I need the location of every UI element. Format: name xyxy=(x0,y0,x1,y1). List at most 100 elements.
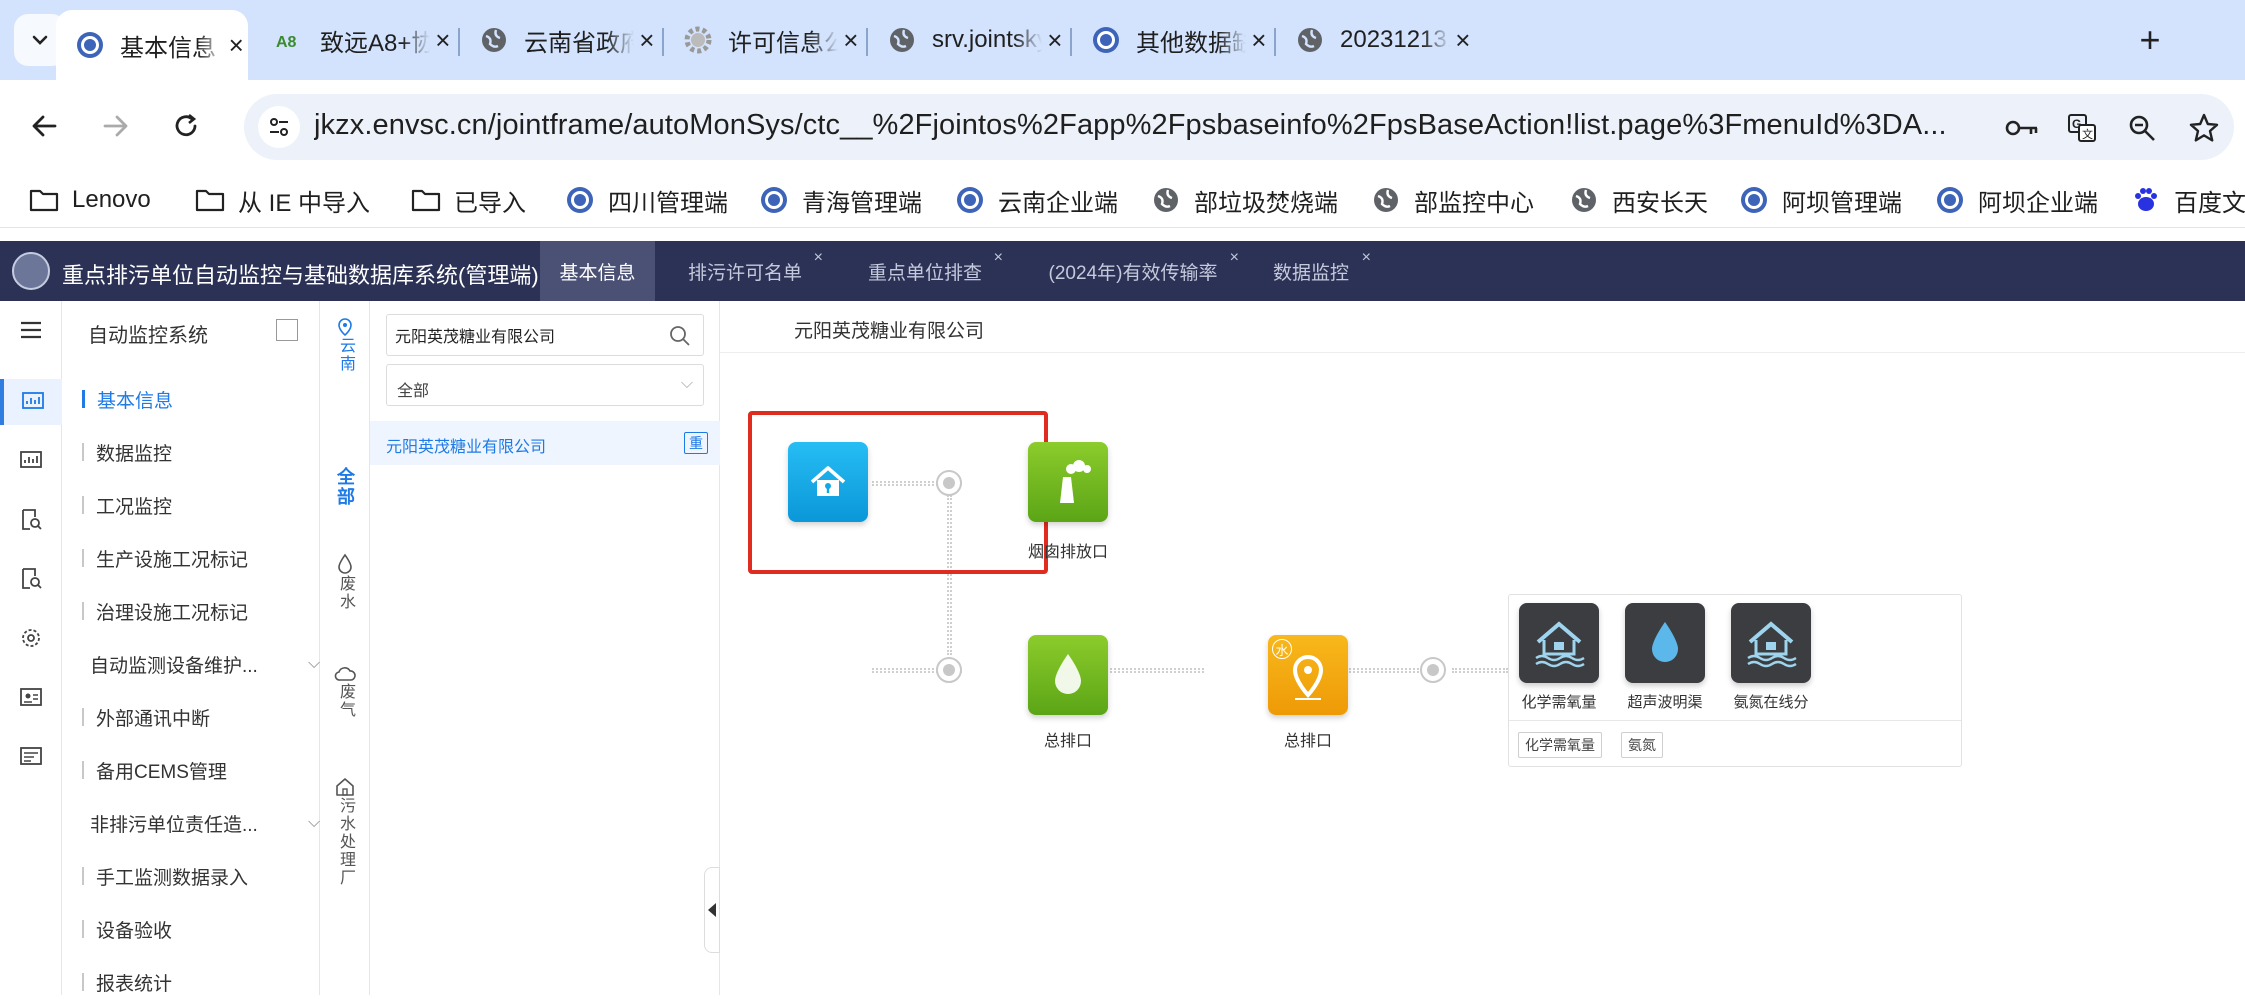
forward-button[interactable] xyxy=(92,102,140,150)
menu-item-production-marking[interactable]: 生产设施工况标记 xyxy=(82,541,248,575)
bookmark-folder[interactable]: Lenovo xyxy=(28,182,151,218)
address-bar[interactable]: jkzx.envsc.cn/jointframe/autoMonSys/ctc_… xyxy=(244,94,2234,160)
bookmark[interactable]: 西安长天 xyxy=(1568,182,1708,218)
site-info-button[interactable] xyxy=(258,106,300,148)
device-label: 化学需氧量 xyxy=(1521,694,1597,711)
app-tab-permit-list[interactable]: 排污许可名单 × xyxy=(655,241,835,301)
close-icon[interactable]: × xyxy=(224,30,248,60)
tab-title: 云南省政府采购 xyxy=(524,29,634,57)
app-tab-data-monitor[interactable]: 数据监控 × xyxy=(1251,241,1371,301)
browser-tab[interactable]: 其他数据缺失 × xyxy=(1072,12,1272,68)
menu-item-manual-entry[interactable]: 手工监测数据录入 xyxy=(82,859,248,893)
chimney-outlet-node[interactable] xyxy=(1028,442,1108,522)
rail-item-inspect[interactable] xyxy=(0,556,62,602)
url-text[interactable]: jkzx.envsc.cn/jointframe/autoMonSys/ctc_… xyxy=(314,109,2204,142)
app-tab-basic-info[interactable]: 基本信息 xyxy=(540,241,655,301)
bookmark-folder[interactable]: 从 IE 中导入 xyxy=(194,182,370,218)
menu-item-non-polluter[interactable]: 非排污单位责任造... ⌵ xyxy=(90,806,320,840)
rail-item-form[interactable] xyxy=(0,733,62,779)
close-icon[interactable]: × xyxy=(1042,25,1068,55)
close-icon[interactable]: × xyxy=(838,25,864,55)
close-icon[interactable]: × xyxy=(1246,25,1272,55)
app-tab-transmission-rate[interactable]: (2024年)有效传输率 × xyxy=(1015,241,1251,301)
water-drop-icon xyxy=(338,553,352,574)
bookmark[interactable]: 阿坝企业端 xyxy=(1934,182,2098,218)
water-outlet-node[interactable] xyxy=(1028,635,1108,715)
menu-item-comm-interrupt[interactable]: 外部通讯中断 xyxy=(82,700,210,734)
rail-item-id-card[interactable] xyxy=(0,674,62,720)
chevron-down-icon: ⌵ xyxy=(680,375,693,392)
pollutant-tag[interactable]: 氨氮 xyxy=(1621,732,1663,758)
bookmark-label: Lenovo xyxy=(72,186,151,213)
close-icon[interactable]: × xyxy=(634,25,660,55)
zoom-icon[interactable] xyxy=(2124,110,2160,146)
translate-icon[interactable]: G文 xyxy=(2064,110,2100,146)
close-icon[interactable]: × xyxy=(430,25,456,55)
app-tab-key-unit-check[interactable]: 重点单位排查 × xyxy=(835,241,1015,301)
bookmark[interactable]: 阿坝管理端 xyxy=(1738,182,1902,218)
bookmark[interactable]: 部垃圾焚烧端 xyxy=(1150,182,1338,218)
bookmark-label: 从 IE 中导入 xyxy=(238,189,371,217)
bookmark[interactable]: 青海管理端 xyxy=(758,182,922,218)
region-waste-gas[interactable]: 废气 xyxy=(320,665,370,719)
browser-tab[interactable]: 20231213152 × xyxy=(1276,12,1476,68)
emblem-favicon-icon xyxy=(74,29,106,61)
menu-item-condition-monitor[interactable]: 工况监控 xyxy=(82,488,172,522)
company-title: 元阳英茂糖业有限公司 xyxy=(794,321,985,342)
ammonia-device-tile[interactable] xyxy=(1731,603,1811,683)
menu-item-backup-cems[interactable]: 备用CEMS管理 xyxy=(82,753,227,787)
bookmark-folder[interactable]: 已导入 xyxy=(410,182,526,218)
rail-item-search-doc[interactable] xyxy=(0,497,62,543)
hamburger-menu-button[interactable] xyxy=(0,307,62,353)
region-all[interactable]: 全部 xyxy=(320,467,370,507)
paw-icon xyxy=(2130,184,2162,216)
browser-tab-active[interactable]: 基本信息 - 重点 × xyxy=(56,10,248,80)
close-icon[interactable]: × xyxy=(1230,249,1239,267)
close-icon[interactable]: × xyxy=(1362,249,1371,267)
tab-title: 基本信息 - 重点 xyxy=(120,34,224,62)
flow-junction xyxy=(1420,657,1446,683)
company-search-input[interactable] xyxy=(395,323,655,347)
close-icon[interactable]: × xyxy=(1450,25,1476,55)
water-marker-badge: 水 xyxy=(1272,639,1292,659)
flowmeter-device-tile[interactable] xyxy=(1625,603,1705,683)
close-icon[interactable]: × xyxy=(994,249,1003,267)
back-button[interactable] xyxy=(20,102,68,150)
folder-icon xyxy=(28,184,60,216)
pollutant-tag[interactable]: 化学需氧量 xyxy=(1518,732,1602,758)
star-icon[interactable] xyxy=(2186,110,2222,146)
rail-item-stats[interactable] xyxy=(0,438,62,484)
menu-item-reports[interactable]: 报表统计 xyxy=(82,965,172,999)
cod-device-tile[interactable] xyxy=(1519,603,1599,683)
reload-button[interactable] xyxy=(162,102,210,150)
menu-item-acceptance[interactable]: 设备验收 xyxy=(82,912,172,946)
browser-tab[interactable]: srv.jointsky.cn × xyxy=(868,12,1068,68)
search-icon[interactable] xyxy=(669,325,691,352)
total-outlet-node[interactable]: 水 xyxy=(1268,635,1348,715)
browser-tab[interactable]: 许可信息公开 × xyxy=(664,12,864,68)
menu-item-data-monitor[interactable]: 数据监控 xyxy=(82,435,172,469)
region-wastewater[interactable]: 废水 xyxy=(320,553,370,611)
new-tab-button[interactable]: + xyxy=(2128,18,2172,62)
collapse-menu-icon[interactable] xyxy=(276,319,298,341)
menu-item-treatment-marking[interactable]: 治理设施工况标记 xyxy=(82,594,248,628)
panel-collapse-handle[interactable] xyxy=(704,867,720,953)
menu-item-basic-info[interactable]: 基本信息 xyxy=(82,382,173,416)
type-filter-select[interactable]: 全部 ⌵ xyxy=(386,364,704,406)
bookmark[interactable]: 部监控中心 xyxy=(1370,182,1534,218)
rail-item-settings[interactable] xyxy=(0,615,62,661)
menu-item-equipment-maintenance[interactable]: 自动监测设备维护... ⌵ xyxy=(90,647,320,681)
bookmark[interactable]: 四川管理端 xyxy=(564,182,728,218)
app-tab-label: (2024年)有效传输率 xyxy=(1048,262,1218,284)
region-province[interactable]: 云南 xyxy=(320,317,370,373)
bookmark[interactable]: 云南企业端 xyxy=(954,182,1118,218)
company-list-item[interactable]: 元阳英茂糖业有限公司 重 xyxy=(370,421,720,465)
close-icon[interactable]: × xyxy=(814,249,823,267)
key-icon[interactable] xyxy=(2004,110,2040,146)
region-sewage-plant[interactable]: 污水处理厂 xyxy=(320,777,370,887)
bookmark[interactable]: 百度文 xyxy=(2130,182,2245,218)
rail-item-monitor[interactable] xyxy=(0,379,62,425)
browser-tab[interactable]: A8 致远A8+协同管理 × xyxy=(256,12,456,68)
browser-tab[interactable]: 云南省政府采购 × xyxy=(460,12,660,68)
enterprise-node[interactable] xyxy=(788,442,868,522)
